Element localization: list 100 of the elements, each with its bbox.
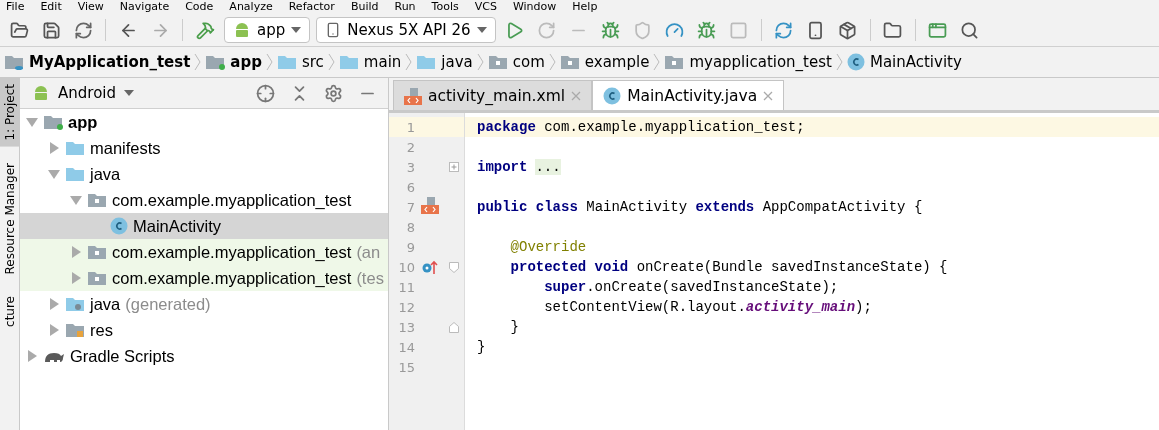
close-icon[interactable] (763, 90, 774, 101)
editor-tab[interactable]: activity_main.xml (393, 80, 593, 110)
device-dropdown[interactable]: Nexus 5X API 26 (316, 17, 496, 43)
chevron-icon (327, 53, 335, 71)
line-number: 10 (397, 259, 415, 275)
side-tab[interactable]: cture (0, 290, 19, 333)
package-folder-icon (664, 54, 685, 70)
tree-item-note: (an (356, 242, 381, 262)
expand-arrow-icon[interactable] (70, 272, 82, 284)
menu-item[interactable]: Refactor (288, 0, 335, 14)
package-folder-icon (87, 244, 107, 260)
tree-item[interactable]: com.example.myapplication_test (an (20, 239, 388, 265)
tree-item[interactable]: java (20, 161, 388, 187)
chevron-icon (265, 53, 273, 71)
collapse-arrow-icon[interactable] (70, 194, 82, 206)
menu-item[interactable]: Help (572, 0, 598, 14)
folder-icon (4, 54, 24, 70)
code-line: public class MainActivity extends AppCompatActivity { (476, 198, 924, 217)
class-icon (603, 86, 622, 105)
line-number: 15 (397, 359, 415, 375)
caret-icon (291, 27, 302, 33)
breadcrumb-item[interactable]: src (276, 53, 324, 71)
breadcrumb-item[interactable]: myapplication_test (664, 53, 832, 71)
folder-icon (416, 54, 437, 70)
expand-arrow-icon[interactable] (26, 350, 38, 362)
menu-item[interactable]: VCS (474, 0, 497, 14)
collapse-arrow-icon[interactable] (26, 116, 38, 128)
chevron-icon (405, 53, 413, 71)
menu-item[interactable]: View (77, 0, 104, 14)
tree-item[interactable]: com.example.myapplication_test (20, 187, 388, 213)
folder-icon (276, 54, 297, 70)
breadcrumb-item[interactable]: java (416, 53, 473, 71)
breadcrumb-item[interactable]: main (338, 53, 402, 71)
tree-item[interactable]: res (20, 317, 388, 343)
menu-item[interactable]: Build (350, 0, 379, 14)
folder-icon (338, 54, 359, 70)
view-selector[interactable]: Android (32, 84, 134, 102)
breadcrumb-item[interactable]: MyApplication_test (4, 53, 191, 71)
tree-item-note: (tes (356, 268, 384, 288)
line-number: 3 (405, 159, 415, 175)
code-line: } (509, 318, 520, 337)
package-folder-icon (87, 192, 107, 208)
menu-item[interactable]: Edit (40, 0, 62, 14)
tree-item[interactable]: java (generated) (20, 291, 388, 317)
tree-item-label: app (68, 112, 98, 132)
run-configuration-dropdown[interactable]: app (224, 17, 311, 43)
side-tab[interactable]: Resource Manager (0, 156, 19, 280)
tree-item-label: res (90, 320, 113, 340)
caret-icon (476, 27, 487, 33)
override-marker-icon[interactable] (422, 259, 438, 275)
tree-item-note: (generated) (125, 294, 211, 314)
expand-arrow-icon[interactable] (48, 298, 60, 310)
expand-arrow-icon[interactable] (48, 142, 60, 154)
line-number: 6 (405, 179, 415, 195)
code-line: } (476, 338, 487, 357)
layout-file-icon (421, 196, 439, 214)
folder-icon (43, 114, 63, 130)
line-number: 7 (405, 199, 415, 215)
fold-open-icon[interactable] (449, 261, 459, 273)
menu-item[interactable]: Run (394, 0, 416, 14)
breadcrumb-item[interactable]: MainActivity (846, 53, 962, 71)
line-number: 14 (397, 339, 415, 355)
tree-item-label: java (90, 294, 121, 314)
tree-item[interactable]: MainActivity (20, 213, 388, 239)
close-icon[interactable] (571, 90, 582, 101)
fold-close-icon[interactable] (449, 321, 459, 333)
fold-plus-icon[interactable] (449, 162, 459, 172)
menu-item[interactable]: Tools (431, 0, 459, 14)
tree-item-label: com.example.myapplication_test (112, 190, 352, 210)
menu-item[interactable]: Analyze (229, 0, 273, 14)
menu-item[interactable]: Navigate (119, 0, 170, 14)
tree-item-label: manifests (90, 138, 161, 158)
folder-icon (65, 140, 85, 156)
breadcrumb-item[interactable]: app (205, 53, 262, 71)
chevron-icon (194, 53, 202, 71)
tree-item-label: java (90, 164, 121, 184)
collapse-arrow-icon[interactable] (48, 168, 60, 180)
breadcrumb-item[interactable]: com (487, 53, 545, 71)
code-line: super.onCreate(savedInstanceState); (543, 278, 840, 297)
tree-item[interactable]: manifests (20, 135, 388, 161)
tree-item[interactable]: com.example.myapplication_test (tes (20, 265, 388, 291)
editor-tab[interactable]: MainActivity.java (592, 80, 785, 110)
line-number: 2 (405, 139, 415, 155)
chevron-icon (653, 53, 661, 71)
breadcrumb-item[interactable]: example (559, 53, 650, 71)
tree-item[interactable]: Gradle Scripts (20, 343, 388, 369)
menu-item[interactable]: Code (185, 0, 214, 14)
tree-item[interactable]: app (20, 109, 388, 135)
side-tab[interactable]: 1: Project (0, 78, 19, 147)
expand-arrow-icon[interactable] (70, 246, 82, 258)
line-number: 1 (405, 119, 415, 135)
folder-icon (65, 322, 85, 338)
package-folder-icon (487, 54, 508, 70)
expand-arrow-icon[interactable] (48, 324, 60, 336)
code-line: protected void onCreate(Bundle savedInstanceState) { (509, 258, 949, 277)
menu-item[interactable]: File (6, 0, 25, 14)
chevron-icon (476, 53, 484, 71)
code-line: @Override (509, 238, 588, 257)
menu-item[interactable]: Window (512, 0, 557, 14)
code-line: import ... (476, 158, 562, 177)
